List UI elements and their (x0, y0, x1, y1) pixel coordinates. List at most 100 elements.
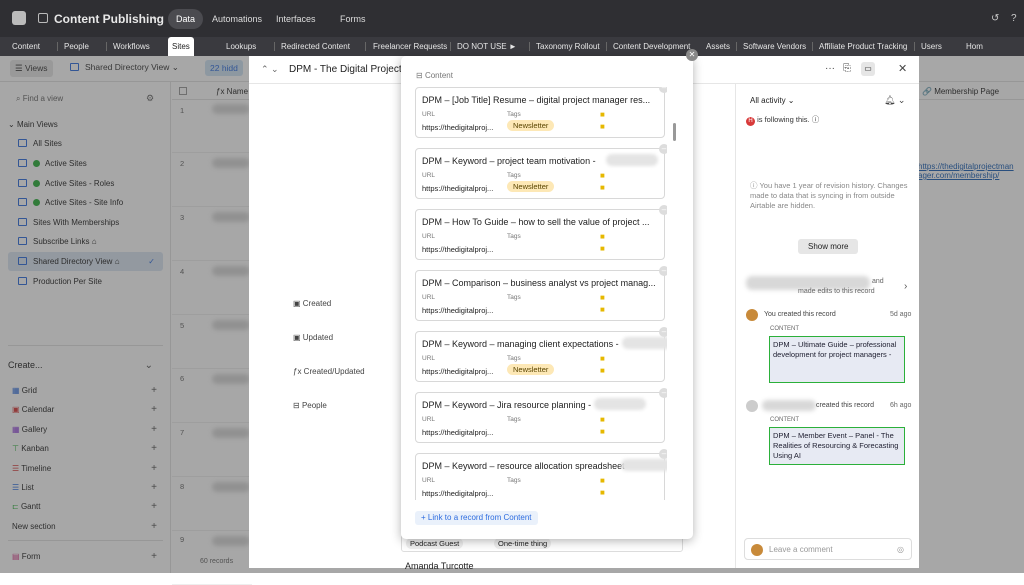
remove-link-icon[interactable]: – (659, 388, 667, 398)
tags-label: Tags (507, 294, 521, 301)
blurred-text (621, 459, 667, 471)
tab-sites[interactable]: Sites (168, 37, 194, 56)
card-url: https://thedigitalproj... (422, 184, 494, 193)
linked-record-card[interactable]: DPM – [Job Title] Resume – digital proje… (415, 87, 667, 138)
base-title[interactable]: Content Publishing (54, 12, 164, 26)
tag-badge: Newsletter (507, 364, 555, 375)
history-icon[interactable]: ↺ (991, 13, 999, 24)
tags-label: Tags (507, 477, 521, 484)
card-url: https://thedigitalproj... (422, 123, 494, 132)
card-url: https://thedigitalproj... (422, 245, 494, 254)
mention-icon[interactable]: ◎ (897, 545, 904, 554)
nav-forms[interactable]: Forms (332, 9, 374, 29)
entry1-content[interactable]: DPM – Ultimate Guide – professional deve… (769, 336, 905, 383)
card-url: https://thedigitalproj... (422, 306, 494, 315)
remove-link-icon[interactable]: – (659, 205, 667, 215)
folder-icon: ■ (600, 488, 605, 497)
folder-icon: ■ (600, 122, 605, 131)
remove-link-icon[interactable]: – (659, 266, 667, 276)
collapse-arrows-icon[interactable]: ⌃ ⌄ (261, 64, 279, 75)
tab-people[interactable]: People (64, 37, 89, 56)
card-title: DPM – [Job Title] Resume – digital proje… (422, 95, 651, 105)
remove-link-icon[interactable]: – (659, 327, 667, 337)
url-label: URL (422, 355, 436, 362)
field-people: ⊟ People (293, 401, 327, 410)
field-created-updated: ƒx Created/Updated (293, 367, 365, 376)
calendar-icon: ▣ (293, 299, 303, 308)
linked-record-card[interactable]: DPM – Keyword – resource allocation spre… (415, 449, 667, 500)
linked-record-card[interactable]: DPM – How To Guide – how to sell the val… (415, 205, 667, 260)
tab-affiliate-product-tracking[interactable]: Affiliate Product Tracking (819, 37, 907, 56)
nav-interfaces[interactable]: Interfaces (268, 9, 324, 29)
url-label: URL (422, 416, 436, 423)
close-modal-icon[interactable]: ✕ (686, 49, 698, 61)
tab-lookups[interactable]: Lookups (226, 37, 256, 56)
card-url: https://thedigitalproj... (422, 428, 494, 437)
activity-filter[interactable]: All activity ⌄ (750, 96, 795, 105)
avatar: H (746, 117, 755, 126)
entry2-content[interactable]: DPM – Member Event – Panel - The Realiti… (769, 427, 905, 465)
tab-workflows[interactable]: Workflows (113, 37, 150, 56)
tab-home[interactable]: Hom (966, 37, 983, 56)
avatar (746, 309, 758, 321)
tags-label: Tags (507, 233, 521, 240)
linked-record-card[interactable]: DPM – Keyword – managing client expectat… (415, 327, 667, 382)
remove-link-icon[interactable]: – (659, 449, 667, 459)
url-label: URL (422, 294, 436, 301)
close-record-icon[interactable]: ✕ (898, 62, 907, 75)
nav-automations[interactable]: Automations (204, 9, 270, 29)
chevron-down-icon[interactable]: ⌄ (151, 12, 159, 23)
folder-icon: ■ (600, 171, 605, 180)
chip-one-time-thing: One-time thing (494, 538, 552, 549)
tab-content-development[interactable]: Content Development (613, 37, 690, 56)
table-tabs: Content People Workflows Sites Lookups R… (0, 37, 1024, 56)
help-icon[interactable]: ? (1011, 13, 1017, 24)
tab-assets[interactable]: Assets (706, 37, 730, 56)
show-more-button[interactable]: Show more (798, 239, 859, 254)
linked-record-card[interactable]: DPM – Comparison – business analyst vs p… (415, 266, 667, 321)
tab-users[interactable]: Users (921, 37, 942, 56)
blurred-name (762, 400, 816, 411)
tab-redirected-content[interactable]: Redirected Content (281, 37, 350, 56)
tab-do-not-use[interactable]: DO NOT USE ► (457, 37, 517, 56)
calendar-icon: ▣ (293, 333, 303, 342)
remove-link-icon[interactable]: – (659, 87, 667, 93)
scrollbar[interactable] (673, 123, 676, 141)
more-icon[interactable]: ··· (825, 63, 835, 74)
linked-record-card[interactable]: DPM – Keyword – Jira resource planning -… (415, 388, 667, 443)
copy-link-icon[interactable]: ⎘ (843, 63, 851, 74)
blurred-text (594, 398, 646, 410)
folder-icon: ■ (600, 305, 605, 314)
bell-icon[interactable]: 🔔︎ ⌄ (884, 95, 905, 106)
tab-content[interactable]: Content (12, 37, 40, 56)
tab-taxonomy-rollout[interactable]: Taxonomy Rollout (536, 37, 600, 56)
folder-icon: ■ (600, 354, 605, 363)
tab-software-vendors[interactable]: Software Vendors (743, 37, 806, 56)
edit-text: made edits to this record (798, 288, 875, 295)
avatar (751, 544, 763, 556)
link-record-button[interactable]: + Link to a record from Content (415, 511, 538, 525)
blurred-text (622, 337, 667, 349)
airtable-logo-icon[interactable] (12, 11, 26, 25)
comment-input[interactable]: Leave a comment ◎ (744, 538, 912, 560)
linked-record-card[interactable]: DPM – Keyword – project team motivation … (415, 144, 667, 199)
linked-records-modal: ⊟ Content DPM – [Job Title] Resume – dig… (401, 56, 693, 539)
linked-person-name[interactable]: Amanda Turcotte (405, 561, 474, 571)
entry1-time: 5d ago (890, 311, 912, 318)
link-icon: ⊟ (293, 401, 302, 410)
tags-label: Tags (507, 355, 521, 362)
field-updated: ▣ Updated (293, 333, 334, 342)
tab-freelancer-requests[interactable]: Freelancer Requests (373, 37, 447, 56)
nav-data[interactable]: Data (168, 9, 204, 29)
comments-toggle-icon[interactable]: ▭ (861, 62, 875, 76)
chevron-right-icon[interactable]: › (904, 281, 907, 292)
card-title: DPM – Comparison – business analyst vs p… (422, 278, 656, 288)
base-icon (38, 13, 48, 23)
folder-icon: ■ (600, 293, 605, 302)
tags-label: Tags (507, 111, 521, 118)
remove-link-icon[interactable]: – (659, 144, 667, 154)
tag-badge: Newsletter (507, 120, 555, 131)
field-created: ▣ Created (293, 299, 332, 308)
card-url: https://thedigitalproj... (422, 489, 494, 498)
top-bar: Content Publishing ⌄ Data Automations In… (0, 0, 1024, 37)
